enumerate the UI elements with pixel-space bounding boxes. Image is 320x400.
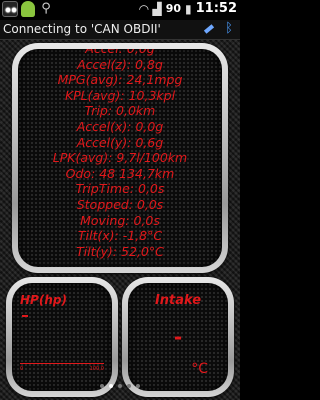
page-indicator — [0, 384, 240, 388]
page-dot[interactable] — [109, 384, 113, 388]
intake-gauge-screen: Intake - °C — [128, 283, 228, 391]
hp-gauge-label: HP(hp) — [20, 293, 67, 307]
bluetooth-icon: ᛒ — [225, 21, 233, 36]
status-bar: ⚲ ◠ ▟ 90 ▮ 11:52 — [0, 0, 240, 20]
readout-line: Accel: 0,0g — [18, 49, 222, 57]
wifi-icon: ◠ — [139, 1, 149, 16]
readout-line: Accel(z): 0,8g — [77, 56, 163, 72]
main-gauge-screen: Accel: 0,0gAccel(z): 0,8gMPG(avg): 24,1m… — [18, 49, 222, 267]
readout-line: Moving: 0,0s — [80, 212, 160, 228]
readout-line: Tilt(x): -1,8°C — [77, 228, 163, 244]
hp-scale-min: 0 — [20, 366, 24, 372]
main-gauge[interactable]: Accel: 0,0gAccel(z): 0,8gMPG(avg): 24,1m… — [12, 43, 228, 273]
readout-line: KPL(avg): 10,3kpl — [64, 87, 176, 103]
page-dot[interactable] — [100, 384, 104, 388]
page-dot[interactable] — [118, 384, 122, 388]
page-dot[interactable] — [136, 384, 140, 388]
signal-icon: ▟ — [152, 1, 162, 16]
readout-line: Odo: 48 134,7km — [65, 165, 175, 181]
page-dot[interactable] — [127, 384, 131, 388]
readout-line: Accel(y): 0,6g — [76, 134, 164, 150]
usb-icon: ⚲ — [41, 1, 51, 16]
connection-status-text: Connecting to 'CAN OBDII' — [3, 22, 161, 36]
satellite-icon — [202, 22, 216, 36]
owl-app-icon — [2, 1, 18, 17]
battery-level: 90 — [165, 2, 181, 15]
readout-line: Accel(x): 0,0g — [76, 118, 164, 134]
readout-line: Tilt(y): 52,0°C — [76, 243, 164, 259]
connection-bar: Connecting to 'CAN OBDII' ᛒ — [0, 20, 240, 40]
intake-gauge-value: - — [173, 325, 183, 349]
readout-list[interactable]: Accel: 0,0gAccel(z): 0,8gMPG(avg): 24,1m… — [18, 49, 222, 259]
readout-line: TripTime: 0,0s — [75, 181, 165, 197]
hp-scale-max: 100,0 — [89, 366, 104, 372]
readout-line: MPG(avg): 24,1mpg — [57, 72, 183, 88]
hp-gauge[interactable]: HP(hp) 0 100,0 — [6, 277, 118, 397]
hp-gauge-screen: HP(hp) 0 100,0 — [12, 283, 112, 391]
readout-line: LPK(avg): 9,7l/100km — [52, 150, 188, 166]
intake-gauge-unit: °C — [191, 361, 208, 377]
dashboard[interactable]: Accel: 0,0gAccel(z): 0,8gMPG(avg): 24,1m… — [0, 40, 240, 400]
readout-line: Stopped: 0,0s — [76, 196, 164, 212]
hp-value-marker — [22, 315, 28, 317]
intake-gauge-label: Intake — [154, 293, 202, 308]
hp-scale-bar — [20, 363, 104, 364]
android-icon — [21, 1, 35, 17]
intake-gauge[interactable]: Intake - °C — [122, 277, 234, 397]
battery-icon: ▮ — [185, 1, 192, 16]
clock: 11:52 — [195, 1, 237, 16]
readout-line: Trip: 0,0km — [84, 103, 156, 119]
